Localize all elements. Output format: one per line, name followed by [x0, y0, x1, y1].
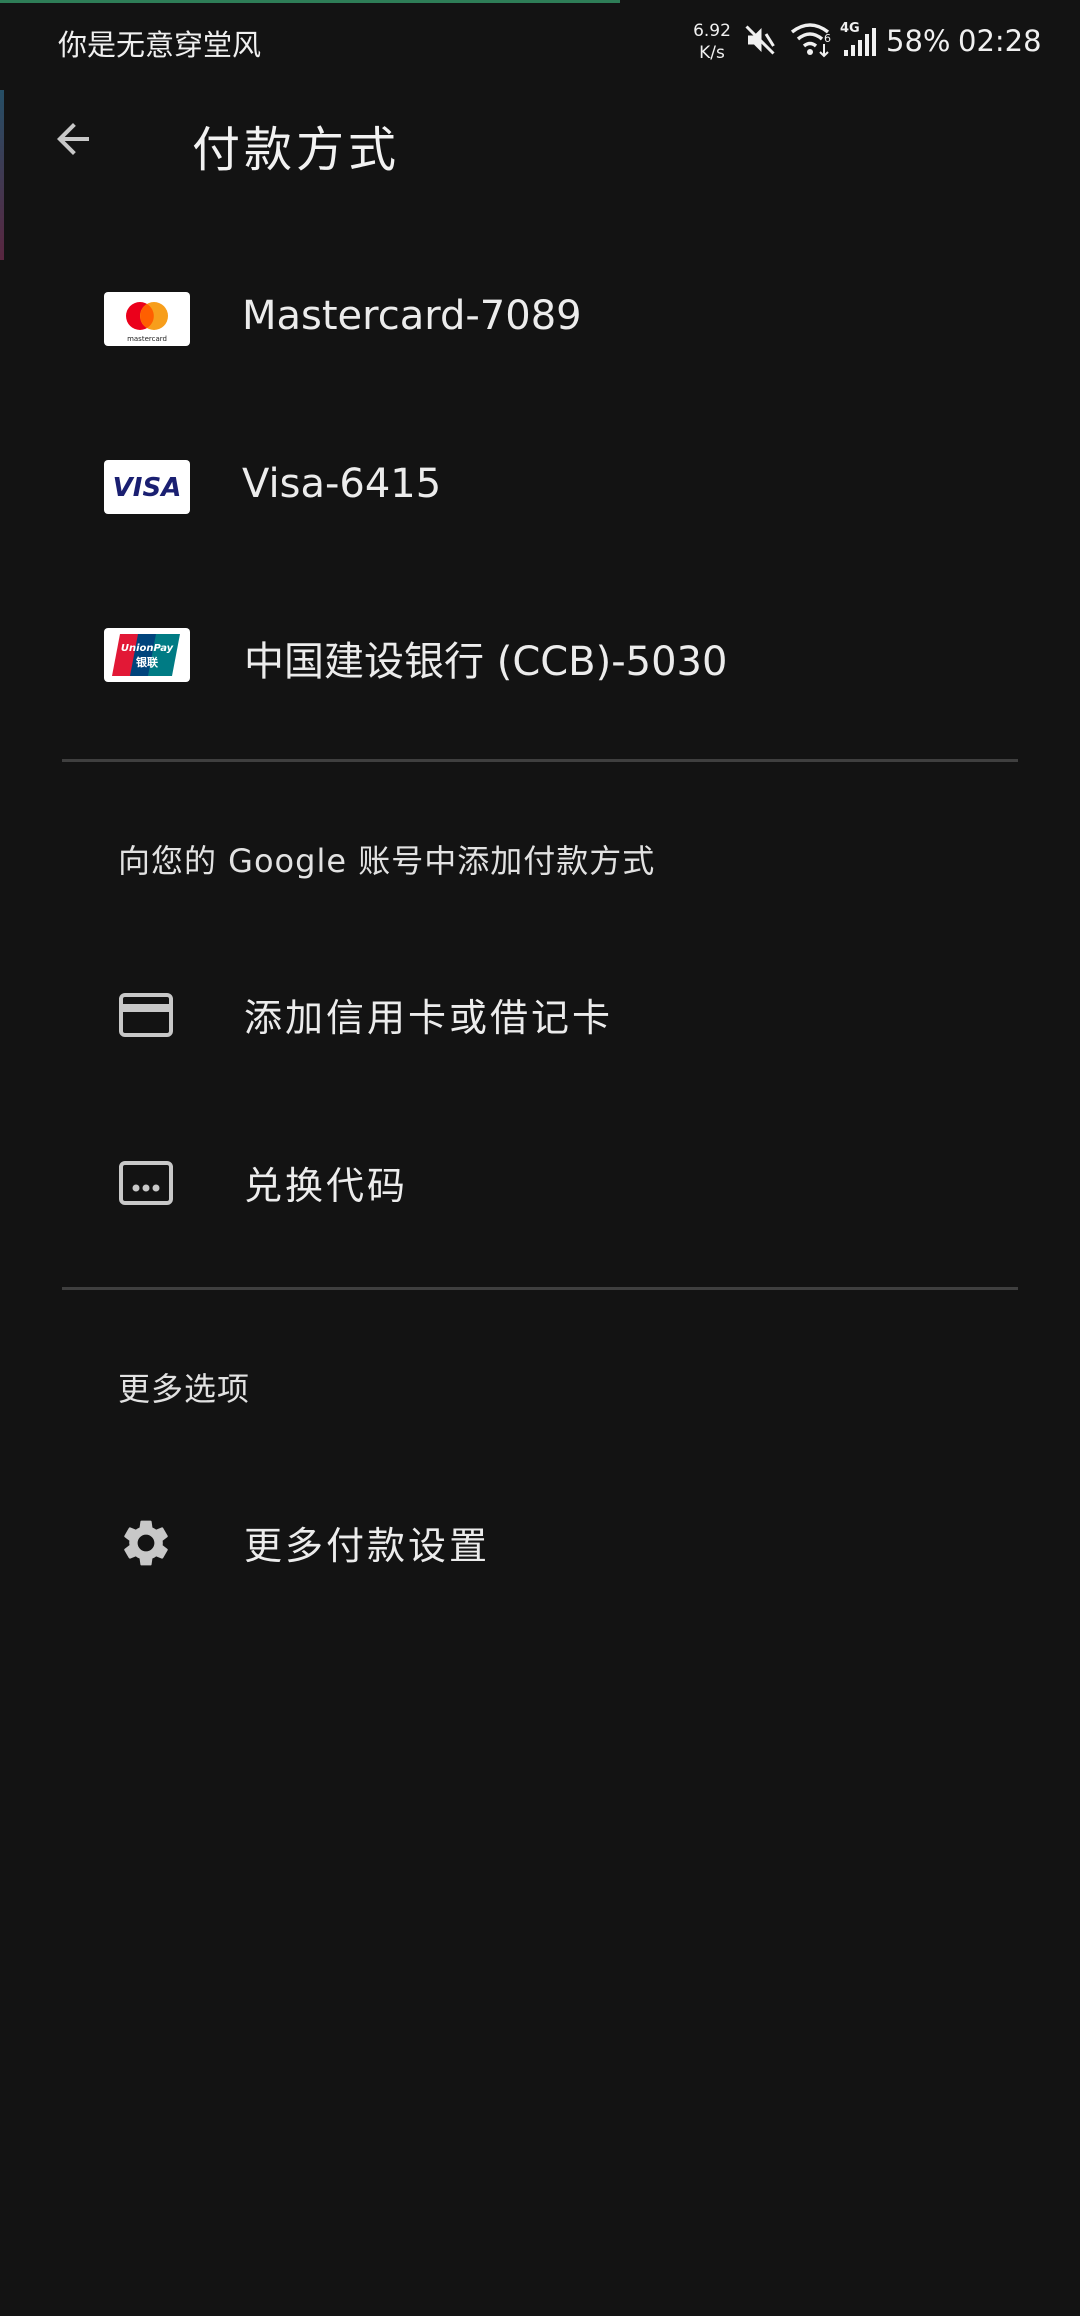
redeem-code-row[interactable]: 兑换代码 — [0, 1099, 1080, 1267]
payment-method-label: Mastercard-7089 — [242, 293, 582, 339]
wifi-icon: 6 — [788, 20, 834, 60]
add-payment-section-heading: 向您的 Google 账号中添加付款方式 — [118, 842, 656, 880]
mute-icon — [742, 22, 778, 58]
add-card-row[interactable]: 添加信用卡或借记卡 — [0, 931, 1080, 1099]
unionpay-logo-subtext: 银联 — [136, 655, 158, 669]
unionpay-logo: UnionPay 银联 — [104, 628, 190, 682]
credit-card-icon — [118, 987, 174, 1043]
clock: 02:28 — [958, 24, 1042, 58]
payment-method-row[interactable]: VISA Visa-6415 — [0, 403, 1080, 571]
section-divider — [62, 1287, 1018, 1290]
network-type-label: 4G — [840, 21, 860, 36]
redeem-code-label: 兑换代码 — [244, 1164, 409, 1208]
status-bar: 你是无意穿堂风 6.92 K/s 6 4G 58% 02:28 — [0, 0, 1080, 84]
cellular-signal-icon: 4G — [838, 20, 884, 60]
section-divider — [62, 759, 1018, 762]
mastercard-logo-text: mastercard — [127, 335, 167, 343]
net-speed-indicator: 6.92 K/s — [686, 20, 738, 64]
gear-icon — [118, 1515, 174, 1571]
add-card-label: 添加信用卡或借记卡 — [244, 996, 614, 1040]
page-title: 付款方式 — [192, 122, 401, 178]
redeem-code-icon — [118, 1155, 174, 1211]
battery-level: 58% — [886, 24, 951, 58]
more-payment-settings-row[interactable]: 更多付款设置 — [0, 1459, 1080, 1627]
payment-method-label: 中国建设银行 (CCB)-5030 — [244, 639, 728, 685]
visa-logo-text: VISA — [113, 473, 182, 503]
payment-method-row[interactable]: UnionPay 银联 中国建设银行 (CCB)-5030 — [0, 571, 1080, 739]
unionpay-logo-text: UnionPay — [121, 643, 174, 654]
payment-method-row[interactable]: mastercard Mastercard-7089 — [0, 235, 1080, 403]
more-payment-settings-label: 更多付款设置 — [244, 1524, 491, 1568]
status-carrier-text: 你是无意穿堂风 — [58, 28, 262, 62]
back-arrow-icon — [57, 123, 89, 155]
app-bar: 付款方式 — [0, 84, 1080, 194]
more-options-heading: 更多选项 — [118, 1370, 251, 1408]
net-speed-value: 6.92 — [693, 21, 731, 41]
net-speed-unit: K/s — [699, 43, 725, 63]
payment-method-label: Visa-6415 — [242, 461, 442, 507]
back-button[interactable] — [40, 106, 106, 172]
svg-text:6: 6 — [824, 32, 831, 45]
visa-logo: VISA — [104, 460, 190, 514]
mastercard-logo: mastercard — [104, 292, 190, 346]
